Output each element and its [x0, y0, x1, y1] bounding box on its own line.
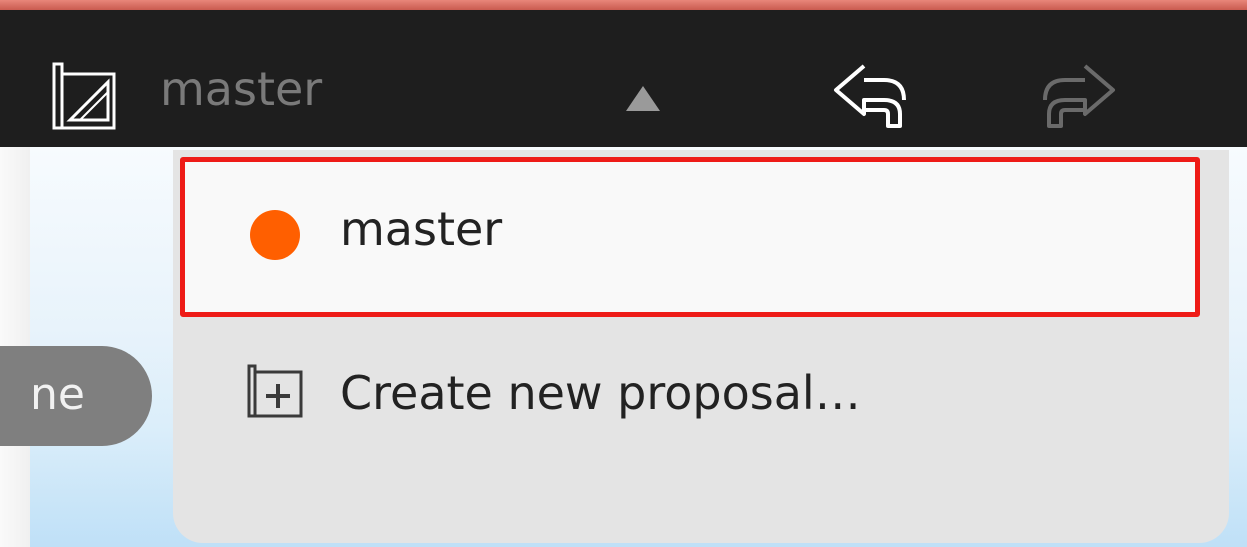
proposal-icon[interactable] [50, 60, 122, 132]
branch-selector-label[interactable]: master [160, 66, 322, 112]
window-accent-bar [0, 0, 1247, 10]
background-button-label: ne [30, 369, 85, 420]
create-proposal-menu-item[interactable]: Create new proposal… [340, 370, 861, 416]
triangle-up-icon[interactable] [626, 86, 660, 111]
undo-icon[interactable] [828, 58, 912, 130]
create-proposal-icon [247, 364, 303, 418]
menu-item-master[interactable] [180, 157, 1200, 317]
toolbar: master [0, 10, 1247, 147]
menu-item-master-label: master [340, 202, 503, 256]
status-dot-icon [250, 210, 300, 260]
redo-icon[interactable] [1037, 58, 1121, 130]
